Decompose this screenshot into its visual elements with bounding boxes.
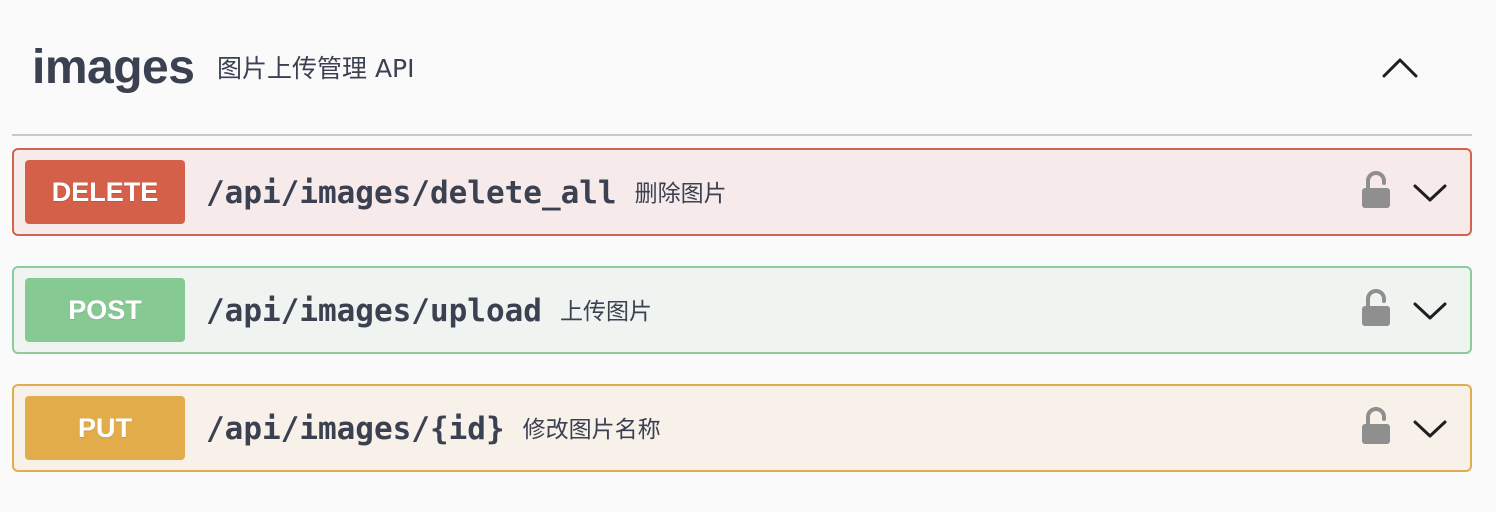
chevron-down-icon[interactable] [1410, 408, 1450, 448]
chevron-down-icon[interactable] [1410, 290, 1450, 330]
operation-path: /api/images/delete_all 删除图片 [206, 172, 727, 217]
unlocked-padlock-icon[interactable] [1360, 170, 1392, 210]
operation-summary: 修改图片名称 [522, 417, 661, 443]
method-badge-delete: DELETE [25, 160, 185, 224]
tag-header[interactable]: images 图片上传管理 API [12, 0, 1472, 136]
chevron-up-icon[interactable] [1378, 48, 1422, 88]
method-badge-post: POST [25, 278, 185, 342]
unlocked-padlock-icon[interactable] [1360, 406, 1392, 446]
operation-path-text: /api/images/delete_all [206, 175, 617, 211]
operation-path-text: /api/images/{id} [206, 411, 505, 447]
operation-path-text: /api/images/upload [206, 293, 542, 329]
operation-delete-all[interactable]: DELETE /api/images/delete_all 删除图片 [12, 148, 1472, 236]
chevron-down-icon[interactable] [1410, 172, 1450, 212]
operation-path: /api/images/upload 上传图片 [206, 290, 652, 335]
api-tag-section: images 图片上传管理 API DELETE /api/images/del… [12, 0, 1472, 512]
tag-description: 图片上传管理 API [217, 54, 415, 83]
operation-summary: 上传图片 [559, 299, 652, 325]
operation-upload[interactable]: POST /api/images/upload 上传图片 [12, 266, 1472, 354]
method-badge-put: PUT [25, 396, 185, 460]
operation-path: /api/images/{id} 修改图片名称 [206, 408, 661, 453]
operation-summary: 删除图片 [634, 181, 727, 207]
tag-name: images [32, 41, 195, 94]
unlocked-padlock-icon[interactable] [1360, 288, 1392, 328]
operation-rename[interactable]: PUT /api/images/{id} 修改图片名称 [12, 384, 1472, 472]
